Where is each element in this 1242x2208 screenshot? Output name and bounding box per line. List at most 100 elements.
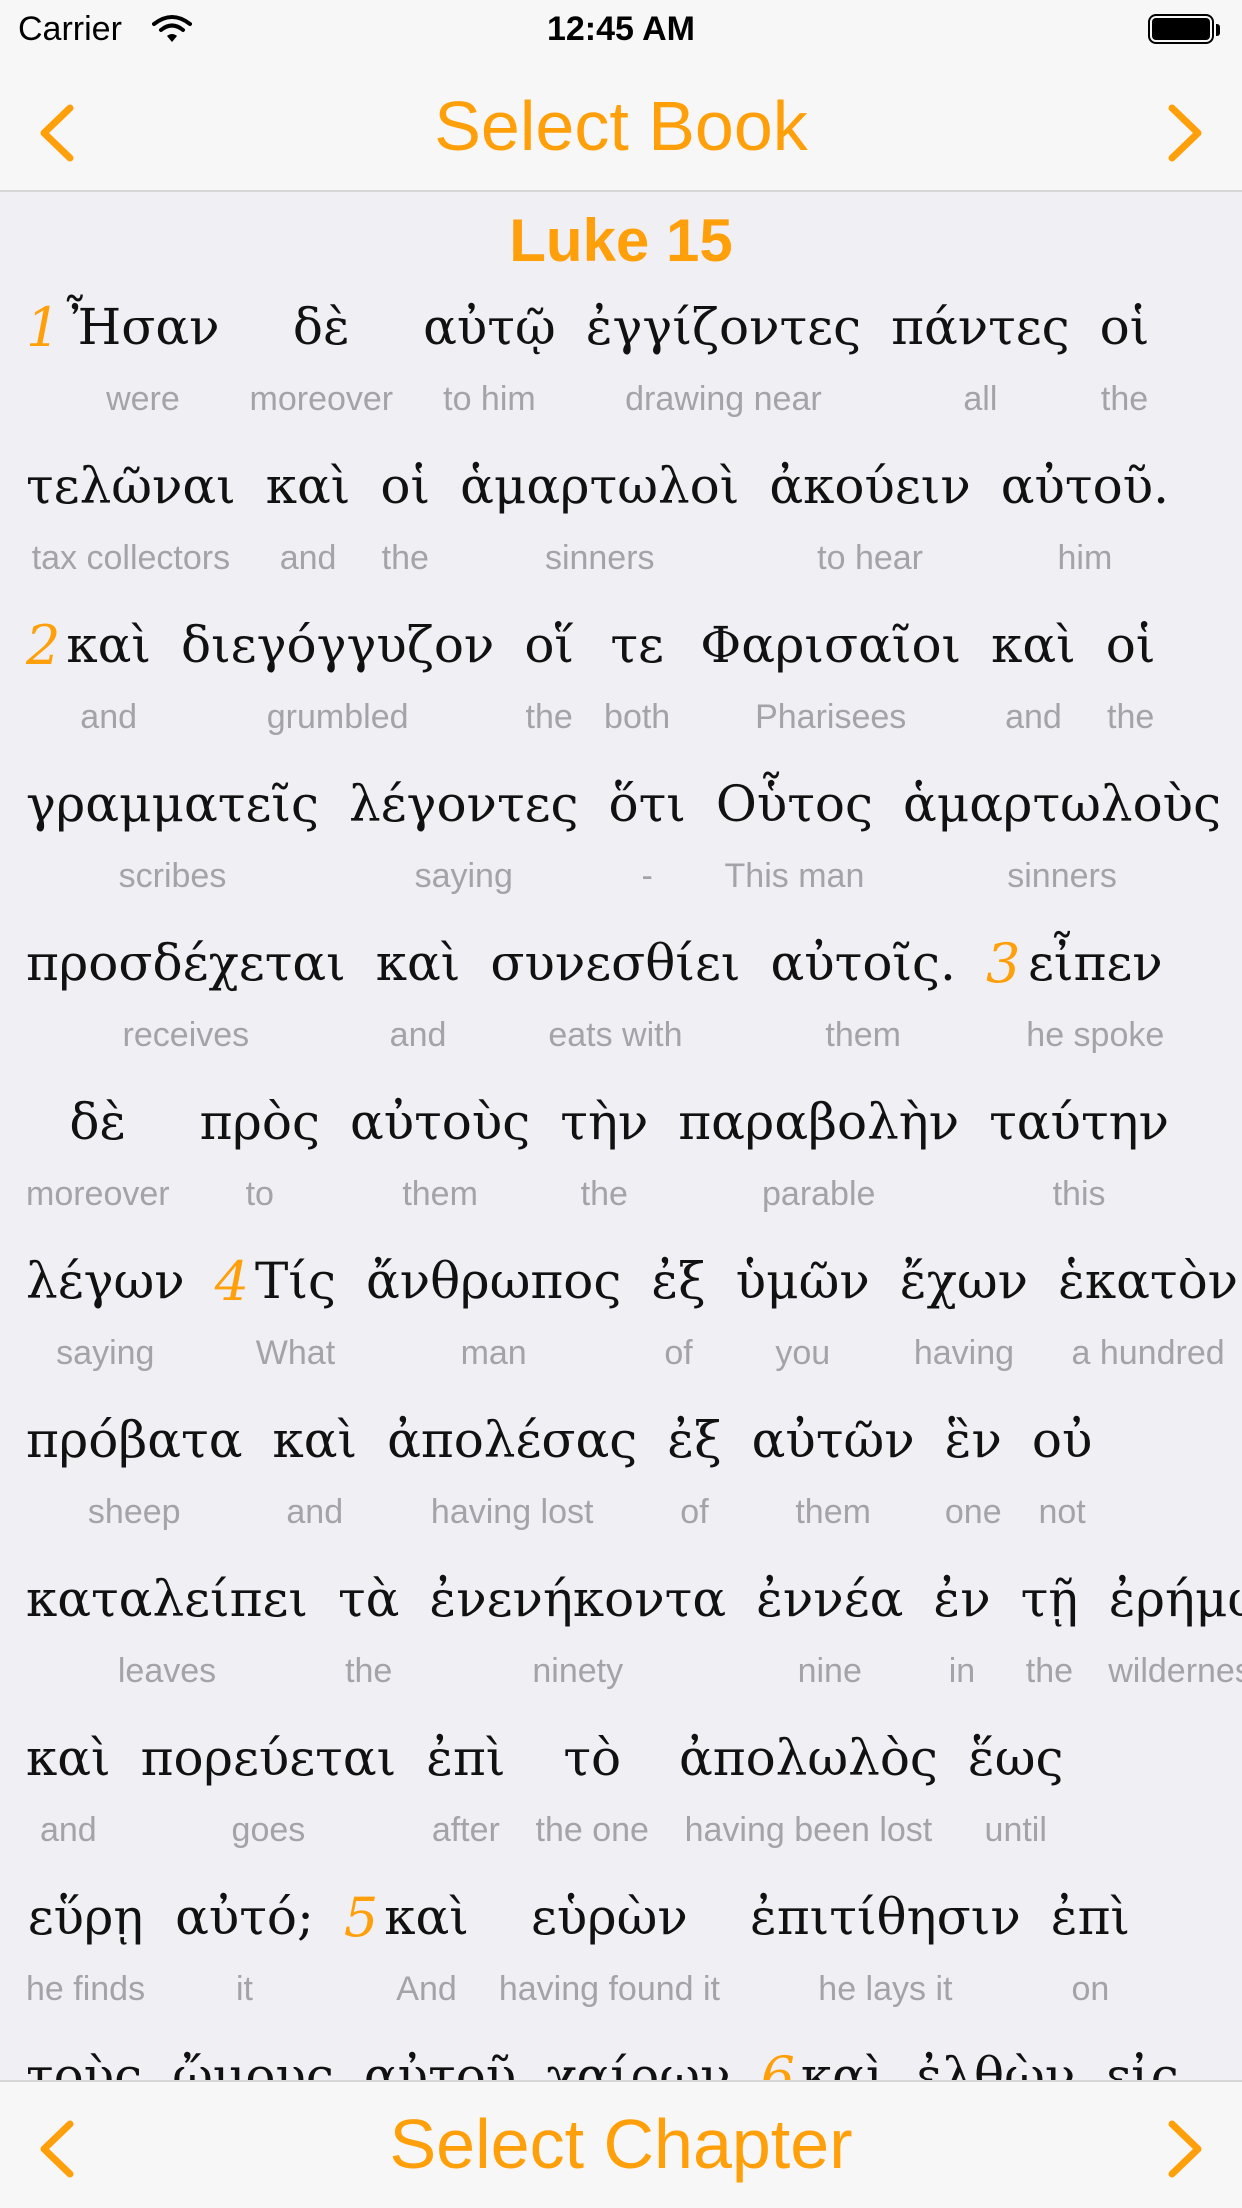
greek-word[interactable]: γραμματεῖς (26, 775, 319, 833)
greek-word[interactable]: εἶπεν (1028, 934, 1163, 992)
greek-word[interactable]: χαίρων (546, 2047, 730, 2080)
greek-word[interactable]: παραβολὴν (678, 1093, 959, 1151)
greek-word[interactable]: δὲ (293, 298, 350, 356)
english-gloss: the (1025, 1652, 1074, 1690)
greek-word[interactable]: Φαρισαῖοι (700, 616, 961, 674)
greek-word[interactable]: πάντες (891, 298, 1070, 356)
greek-word[interactable]: αὐτό; (175, 1888, 314, 1946)
greek-word[interactable]: δὲ (69, 1093, 126, 1151)
greek-word[interactable]: ταύτην (989, 1093, 1169, 1151)
greek-word[interactable]: τε (610, 616, 664, 674)
greek-word[interactable]: τὴν (560, 1093, 648, 1151)
greek-word[interactable]: καὶ (991, 616, 1076, 674)
greek-word[interactable]: αὐτῷ (423, 298, 556, 356)
chevron-right-icon (1168, 104, 1202, 162)
greek-word[interactable]: πρὸς (200, 1093, 320, 1151)
greek-word[interactable]: ἐγγίζοντες (586, 298, 861, 356)
greek-word[interactable]: ἁμαρτωλοὶ (460, 457, 739, 515)
verse-number[interactable]: 1 (26, 296, 60, 359)
greek-word[interactable]: ἐλθὼν (915, 2047, 1075, 2080)
greek-word[interactable]: ἀπολέσας (387, 1411, 637, 1469)
select-book-button[interactable]: Select Book (0, 86, 1242, 166)
english-gloss: him (1057, 539, 1113, 577)
greek-word[interactable]: ἁμαρτωλοὺς (903, 775, 1221, 833)
greek-word[interactable]: ἑκατὸν (1058, 1252, 1238, 1310)
english-gloss: and (286, 1493, 344, 1531)
next-book-button[interactable] (1160, 98, 1210, 168)
greek-word[interactable]: ἐπιτίθησιν (750, 1888, 1021, 1946)
greek-word[interactable]: εἰς (1105, 2047, 1179, 2080)
greek-word[interactable]: οἱ (1106, 616, 1156, 674)
greek-word[interactable]: οἱ (380, 457, 430, 515)
greek-word[interactable]: ἄνθρωπος (366, 1252, 621, 1310)
greek-word[interactable]: ὑμῶν (736, 1252, 870, 1310)
greek-word[interactable]: ἐξ (667, 1411, 721, 1469)
english-gloss: and (39, 1811, 97, 1849)
greek-word[interactable]: ἐπὶ (426, 1729, 505, 1787)
greek-word[interactable]: ἕως (968, 1729, 1064, 1787)
greek-word[interactable]: καὶ (384, 1888, 469, 1946)
english-gloss: on (1071, 1970, 1110, 2008)
select-chapter-button[interactable]: Select Chapter (0, 2104, 1242, 2184)
greek-word[interactable]: ἐπὶ (1051, 1888, 1130, 1946)
greek-word[interactable]: λέγοντες (349, 775, 579, 833)
interlinear-text-view[interactable]: Luke 15 1 Ἦσαν were δὲ moreover αὐτῷ to him ἐγγ… (0, 192, 1242, 2080)
english-gloss: receives (122, 1016, 250, 1054)
greek-word[interactable]: διεγόγγυζον (181, 616, 494, 674)
english-gloss: it (235, 1970, 253, 2008)
next-chapter-button[interactable] (1160, 2114, 1210, 2184)
greek-word[interactable]: αὐτοῦ (364, 2047, 516, 2080)
greek-word[interactable]: καὶ (272, 1411, 357, 1469)
greek-word[interactable]: καταλείπει (26, 1570, 308, 1628)
greek-word[interactable]: εὑρὼν (531, 1888, 688, 1946)
greek-word[interactable]: καὶ (66, 616, 151, 674)
greek-word[interactable]: τοὺς (26, 2047, 142, 2080)
verse-number[interactable]: 4 (215, 1250, 249, 1313)
greek-word[interactable]: εὕρῃ (28, 1888, 144, 1946)
greek-word[interactable]: καὶ (376, 934, 461, 992)
greek-word[interactable]: αὐτοῖς. (771, 934, 956, 992)
greek-word[interactable]: οἵ (524, 616, 574, 674)
greek-word[interactable]: ἓν (945, 1411, 1002, 1469)
greek-word[interactable]: καὶ (26, 1729, 111, 1787)
verse-number[interactable]: 3 (986, 932, 1020, 995)
verse-number[interactable]: 5 (344, 1886, 378, 1949)
greek-word[interactable]: συνεσθίει (490, 934, 740, 992)
greek-word[interactable]: οὐ (1032, 1411, 1093, 1469)
greek-word[interactable]: ἐν (933, 1570, 990, 1628)
english-gloss: the (1100, 380, 1149, 418)
greek-word[interactable]: τελῶναι (26, 457, 236, 515)
greek-word[interactable]: λέγων (26, 1252, 185, 1310)
greek-word[interactable]: τὸ (563, 1729, 621, 1787)
greek-word[interactable]: τῇ (1021, 1570, 1079, 1628)
greek-word[interactable]: ὅτι (609, 775, 686, 833)
english-gloss: to (245, 1175, 274, 1213)
english-gloss: the (525, 698, 573, 736)
greek-word[interactable]: τὰ (338, 1570, 399, 1628)
greek-word[interactable]: καὶ (801, 2047, 886, 2080)
greek-word[interactable]: καὶ (266, 457, 351, 515)
verse-number[interactable]: 2 (26, 614, 60, 677)
greek-word[interactable]: ὤμους (172, 2047, 334, 2080)
greek-word[interactable]: αὐτοῦ. (1001, 457, 1169, 515)
greek-word[interactable]: Οὗτος (716, 775, 873, 833)
greek-word[interactable]: οἱ (1100, 298, 1150, 356)
greek-word[interactable]: Ἦσαν (66, 298, 219, 356)
greek-word[interactable]: ἐνενήκοντα (429, 1570, 726, 1628)
interlinear-line: λέγων saying 4 Τίς What ἄνθρωπος man ἐξ of ὑμῶν yo… (0, 1250, 1242, 1411)
greek-word[interactable]: αὐτοὺς (350, 1093, 530, 1151)
greek-word[interactable]: Τίς (255, 1252, 336, 1310)
greek-word[interactable]: ἐξ (651, 1252, 705, 1310)
english-gloss: until (984, 1811, 1047, 1849)
greek-word[interactable]: αὐτῶν (752, 1411, 915, 1469)
greek-word[interactable]: προσδέχεται (26, 934, 346, 992)
greek-word[interactable]: ἔχων (900, 1252, 1028, 1310)
verse-number[interactable]: 6 (760, 2045, 794, 2080)
greek-word[interactable]: πρόβατα (26, 1411, 242, 1469)
greek-word[interactable]: ἀκούειν (769, 457, 970, 515)
greek-word[interactable]: ἐρήμῳ (1109, 1570, 1242, 1628)
greek-word[interactable]: ἀπολωλὸς (679, 1729, 938, 1787)
greek-word[interactable]: πορεύεται (141, 1729, 397, 1787)
english-gloss: and (279, 539, 337, 577)
greek-word[interactable]: ἐννέα (756, 1570, 903, 1628)
